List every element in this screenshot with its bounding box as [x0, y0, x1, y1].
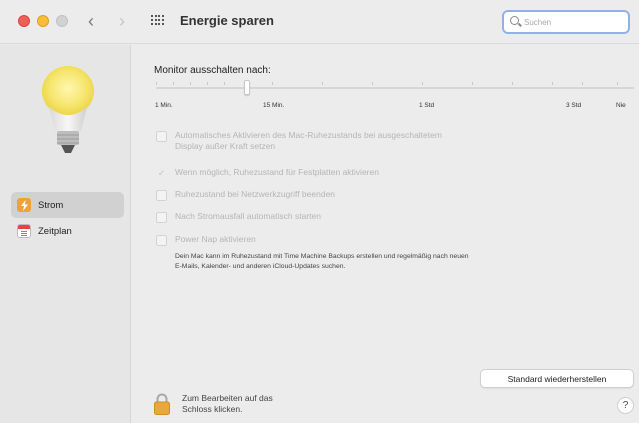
- sidebar-item-label: Zeitplan: [38, 225, 72, 237]
- slider-tick-label: Nie: [616, 102, 626, 109]
- slider-tick: [512, 82, 513, 85]
- checkbox[interactable]: [156, 190, 167, 201]
- power-bolt-icon: [17, 198, 31, 212]
- slider-tick-label: 15 Min.: [263, 102, 285, 109]
- option-power-nap[interactable]: Power Nap aktivieren: [156, 234, 256, 246]
- sidebar: Strom Zeitplan: [0, 45, 131, 423]
- monitor-off-slider-track[interactable]: [156, 87, 634, 89]
- power-nap-description: Dein Mac kann im Ruhezustand mit Time Ma…: [175, 253, 469, 270]
- slider-tick: [224, 82, 225, 85]
- title-bar: ‹ › Energie sparen: [0, 0, 639, 44]
- checkbox[interactable]: [156, 235, 167, 246]
- option-restart-power-failure[interactable]: Nach Stromausfall automatisch starten: [156, 211, 321, 223]
- slider-tick-label: 3 Std: [566, 102, 582, 109]
- light-bulb-icon: [42, 66, 94, 153]
- slider-tick-label: 1 Std: [419, 102, 435, 109]
- lock-hint-text: Zum Bearbeiten auf das Schloss klicken.: [182, 393, 273, 414]
- sidebar-item-label: Strom: [38, 199, 64, 211]
- slider-tick: [582, 82, 583, 85]
- checkmark-icon[interactable]: ✓: [156, 168, 167, 179]
- option-label: Ruhezustand bei Netzwerkzugriff beenden: [175, 189, 336, 199]
- sidebar-item-strom[interactable]: Strom: [11, 192, 124, 218]
- forward-chevron-icon: ›: [119, 11, 125, 31]
- minimize-window-button[interactable]: [37, 15, 49, 27]
- monitor-off-slider-knob[interactable]: [244, 80, 250, 95]
- option-label: Power Nap aktivieren: [175, 234, 256, 244]
- slider-tick-label: 1 Min.: [155, 102, 173, 109]
- slider-tick: [272, 82, 273, 85]
- checkbox[interactable]: [156, 212, 167, 223]
- help-button[interactable]: ?: [617, 397, 634, 414]
- checkbox[interactable]: [156, 131, 167, 142]
- slider-tick: [156, 82, 157, 85]
- slider-tick: [173, 82, 174, 85]
- close-window-button[interactable]: [18, 15, 30, 27]
- search-input[interactable]: [524, 15, 624, 30]
- search-field[interactable]: [502, 10, 630, 34]
- slider-tick: [552, 82, 553, 85]
- zoom-window-button: [56, 15, 68, 27]
- show-all-grid-icon[interactable]: [151, 15, 164, 27]
- slider-tick: [372, 82, 373, 85]
- sidebar-item-zeitplan[interactable]: Zeitplan: [11, 218, 124, 244]
- option-wake-network[interactable]: Ruhezustand bei Netzwerkzugriff beenden: [156, 189, 335, 201]
- slider-tick: [190, 82, 191, 85]
- slider-tick: [472, 82, 473, 85]
- option-label: Wenn möglich, Ruhezustand für Festplatte…: [175, 167, 379, 177]
- option-prevent-sleep[interactable]: Automatisches Aktivieren des Mac-Ruhezus…: [156, 130, 442, 152]
- slider-tick: [617, 82, 618, 85]
- option-disk-sleep[interactable]: ✓ Wenn möglich, Ruhezustand für Festplat…: [156, 167, 379, 179]
- slider-tick: [207, 82, 208, 85]
- option-label: Nach Stromausfall automatisch starten: [175, 211, 321, 221]
- restore-defaults-button[interactable]: Standard wiederherstellen: [480, 369, 634, 388]
- monitor-off-label: Monitor ausschalten nach:: [154, 65, 271, 76]
- calendar-icon: [17, 224, 31, 238]
- search-icon: [510, 16, 519, 25]
- window-title: Energie sparen: [180, 13, 274, 28]
- lock-icon[interactable]: [154, 393, 170, 415]
- option-label: Automatisches Aktivieren des Mac-Ruhezus…: [175, 130, 442, 151]
- slider-tick: [422, 82, 423, 85]
- main-panel: Monitor ausschalten nach: 1 Min. 15 Min.…: [132, 45, 639, 423]
- slider-tick: [322, 82, 323, 85]
- back-chevron-icon[interactable]: ‹: [88, 10, 94, 32]
